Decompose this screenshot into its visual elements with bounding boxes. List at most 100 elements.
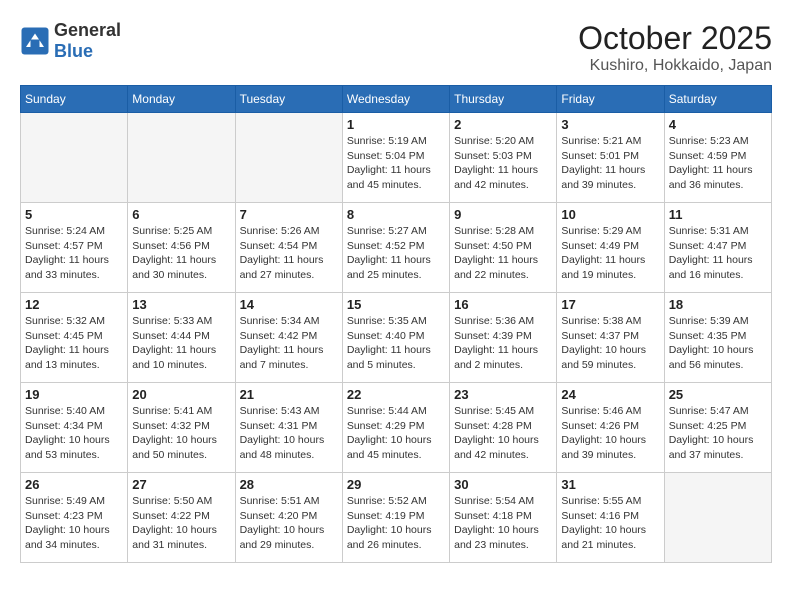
day-info: Sunrise: 5:55 AM Sunset: 4:16 PM Dayligh… <box>561 494 659 553</box>
calendar-cell: 20 Sunrise: 5:41 AM Sunset: 4:32 PM Dayli… <box>128 383 235 473</box>
day-info: Sunrise: 5:54 AM Sunset: 4:18 PM Dayligh… <box>454 494 552 553</box>
day-number: 20 <box>132 387 230 402</box>
calendar-cell: 12 Sunrise: 5:32 AM Sunset: 4:45 PM Dayli… <box>21 293 128 383</box>
day-info: Sunrise: 5:39 AM Sunset: 4:35 PM Dayligh… <box>669 314 767 373</box>
calendar-cell: 6 Sunrise: 5:25 AM Sunset: 4:56 PM Daylig… <box>128 203 235 293</box>
weekday-header-wednesday: Wednesday <box>342 86 449 113</box>
week-row-2: 5 Sunrise: 5:24 AM Sunset: 4:57 PM Daylig… <box>21 203 772 293</box>
day-info: Sunrise: 5:33 AM Sunset: 4:44 PM Dayligh… <box>132 314 230 373</box>
day-info: Sunrise: 5:51 AM Sunset: 4:20 PM Dayligh… <box>240 494 338 553</box>
day-number: 15 <box>347 297 445 312</box>
calendar-cell <box>21 113 128 203</box>
day-number: 31 <box>561 477 659 492</box>
day-info: Sunrise: 5:31 AM Sunset: 4:47 PM Dayligh… <box>669 224 767 283</box>
day-info: Sunrise: 5:46 AM Sunset: 4:26 PM Dayligh… <box>561 404 659 463</box>
calendar-cell: 17 Sunrise: 5:38 AM Sunset: 4:37 PM Dayli… <box>557 293 664 383</box>
day-number: 11 <box>669 207 767 222</box>
day-number: 24 <box>561 387 659 402</box>
day-number: 22 <box>347 387 445 402</box>
day-number: 9 <box>454 207 552 222</box>
day-number: 7 <box>240 207 338 222</box>
day-number: 25 <box>669 387 767 402</box>
logo-blue: Blue <box>54 41 93 61</box>
day-info: Sunrise: 5:24 AM Sunset: 4:57 PM Dayligh… <box>25 224 123 283</box>
day-number: 30 <box>454 477 552 492</box>
day-info: Sunrise: 5:21 AM Sunset: 5:01 PM Dayligh… <box>561 134 659 193</box>
calendar-cell: 7 Sunrise: 5:26 AM Sunset: 4:54 PM Daylig… <box>235 203 342 293</box>
day-info: Sunrise: 5:50 AM Sunset: 4:22 PM Dayligh… <box>132 494 230 553</box>
day-info: Sunrise: 5:43 AM Sunset: 4:31 PM Dayligh… <box>240 404 338 463</box>
day-number: 10 <box>561 207 659 222</box>
day-number: 5 <box>25 207 123 222</box>
day-number: 17 <box>561 297 659 312</box>
day-info: Sunrise: 5:29 AM Sunset: 4:49 PM Dayligh… <box>561 224 659 283</box>
day-number: 12 <box>25 297 123 312</box>
day-info: Sunrise: 5:35 AM Sunset: 4:40 PM Dayligh… <box>347 314 445 373</box>
day-number: 26 <box>25 477 123 492</box>
day-number: 28 <box>240 477 338 492</box>
calendar-cell: 11 Sunrise: 5:31 AM Sunset: 4:47 PM Dayli… <box>664 203 771 293</box>
day-number: 2 <box>454 117 552 132</box>
calendar-cell: 25Sunrise: 5:47 AM Sunset: 4:25 PM Dayli… <box>664 383 771 473</box>
calendar-cell: 5 Sunrise: 5:24 AM Sunset: 4:57 PM Daylig… <box>21 203 128 293</box>
calendar-cell: 3Sunrise: 5:21 AM Sunset: 5:01 PM Daylig… <box>557 113 664 203</box>
calendar-cell: 31 Sunrise: 5:55 AM Sunset: 4:16 PM Dayli… <box>557 473 664 563</box>
logo-icon <box>20 26 50 56</box>
day-info: Sunrise: 5:44 AM Sunset: 4:29 PM Dayligh… <box>347 404 445 463</box>
day-number: 6 <box>132 207 230 222</box>
day-info: Sunrise: 5:41 AM Sunset: 4:32 PM Dayligh… <box>132 404 230 463</box>
day-number: 21 <box>240 387 338 402</box>
location-title: Kushiro, Hokkaido, Japan <box>578 57 772 75</box>
weekday-header-thursday: Thursday <box>450 86 557 113</box>
calendar-cell <box>128 113 235 203</box>
day-number: 4 <box>669 117 767 132</box>
calendar-cell: 26 Sunrise: 5:49 AM Sunset: 4:23 PM Dayli… <box>21 473 128 563</box>
calendar-cell: 29 Sunrise: 5:52 AM Sunset: 4:19 PM Dayli… <box>342 473 449 563</box>
day-info: Sunrise: 5:52 AM Sunset: 4:19 PM Dayligh… <box>347 494 445 553</box>
day-info: Sunrise: 5:28 AM Sunset: 4:50 PM Dayligh… <box>454 224 552 283</box>
calendar-cell <box>664 473 771 563</box>
logo-general: General <box>54 20 121 40</box>
day-number: 1 <box>347 117 445 132</box>
page-header: General Blue October 2025 Kushiro, Hokka… <box>20 20 772 75</box>
day-number: 8 <box>347 207 445 222</box>
calendar-cell: 24 Sunrise: 5:46 AM Sunset: 4:26 PM Dayli… <box>557 383 664 473</box>
weekday-header-monday: Monday <box>128 86 235 113</box>
day-info: Sunrise: 5:32 AM Sunset: 4:45 PM Dayligh… <box>25 314 123 373</box>
day-number: 18 <box>669 297 767 312</box>
week-row-3: 12 Sunrise: 5:32 AM Sunset: 4:45 PM Dayli… <box>21 293 772 383</box>
day-info: Sunrise: 5:25 AM Sunset: 4:56 PM Dayligh… <box>132 224 230 283</box>
month-title: October 2025 <box>578 20 772 57</box>
calendar-cell: 1Sunrise: 5:19 AM Sunset: 5:04 PM Daylig… <box>342 113 449 203</box>
day-number: 23 <box>454 387 552 402</box>
day-info: Sunrise: 5:38 AM Sunset: 4:37 PM Dayligh… <box>561 314 659 373</box>
calendar-cell <box>235 113 342 203</box>
calendar-cell: 2Sunrise: 5:20 AM Sunset: 5:03 PM Daylig… <box>450 113 557 203</box>
week-row-5: 26 Sunrise: 5:49 AM Sunset: 4:23 PM Dayli… <box>21 473 772 563</box>
week-row-1: 1Sunrise: 5:19 AM Sunset: 5:04 PM Daylig… <box>21 113 772 203</box>
day-number: 29 <box>347 477 445 492</box>
weekday-header-saturday: Saturday <box>664 86 771 113</box>
week-row-4: 19Sunrise: 5:40 AM Sunset: 4:34 PM Dayli… <box>21 383 772 473</box>
day-info: Sunrise: 5:45 AM Sunset: 4:28 PM Dayligh… <box>454 404 552 463</box>
weekday-header-sunday: Sunday <box>21 86 128 113</box>
calendar-cell: 10 Sunrise: 5:29 AM Sunset: 4:49 PM Dayli… <box>557 203 664 293</box>
weekday-header-row: SundayMondayTuesdayWednesdayThursdayFrid… <box>21 86 772 113</box>
calendar-cell: 9 Sunrise: 5:28 AM Sunset: 4:50 PM Daylig… <box>450 203 557 293</box>
day-info: Sunrise: 5:40 AM Sunset: 4:34 PM Dayligh… <box>25 404 123 463</box>
calendar-cell: 4Sunrise: 5:23 AM Sunset: 4:59 PM Daylig… <box>664 113 771 203</box>
calendar-cell: 19Sunrise: 5:40 AM Sunset: 4:34 PM Dayli… <box>21 383 128 473</box>
weekday-header-tuesday: Tuesday <box>235 86 342 113</box>
day-info: Sunrise: 5:34 AM Sunset: 4:42 PM Dayligh… <box>240 314 338 373</box>
day-info: Sunrise: 5:26 AM Sunset: 4:54 PM Dayligh… <box>240 224 338 283</box>
calendar-cell: 16Sunrise: 5:36 AM Sunset: 4:39 PM Dayli… <box>450 293 557 383</box>
day-number: 16 <box>454 297 552 312</box>
calendar-cell: 23 Sunrise: 5:45 AM Sunset: 4:28 PM Dayli… <box>450 383 557 473</box>
calendar-cell: 27Sunrise: 5:50 AM Sunset: 4:22 PM Dayli… <box>128 473 235 563</box>
day-info: Sunrise: 5:49 AM Sunset: 4:23 PM Dayligh… <box>25 494 123 553</box>
calendar-cell: 15 Sunrise: 5:35 AM Sunset: 4:40 PM Dayli… <box>342 293 449 383</box>
logo-text: General Blue <box>54 20 121 62</box>
calendar-cell: 30 Sunrise: 5:54 AM Sunset: 4:18 PM Dayli… <box>450 473 557 563</box>
calendar-cell: 14Sunrise: 5:34 AM Sunset: 4:42 PM Dayli… <box>235 293 342 383</box>
calendar-table: SundayMondayTuesdayWednesdayThursdayFrid… <box>20 85 772 563</box>
